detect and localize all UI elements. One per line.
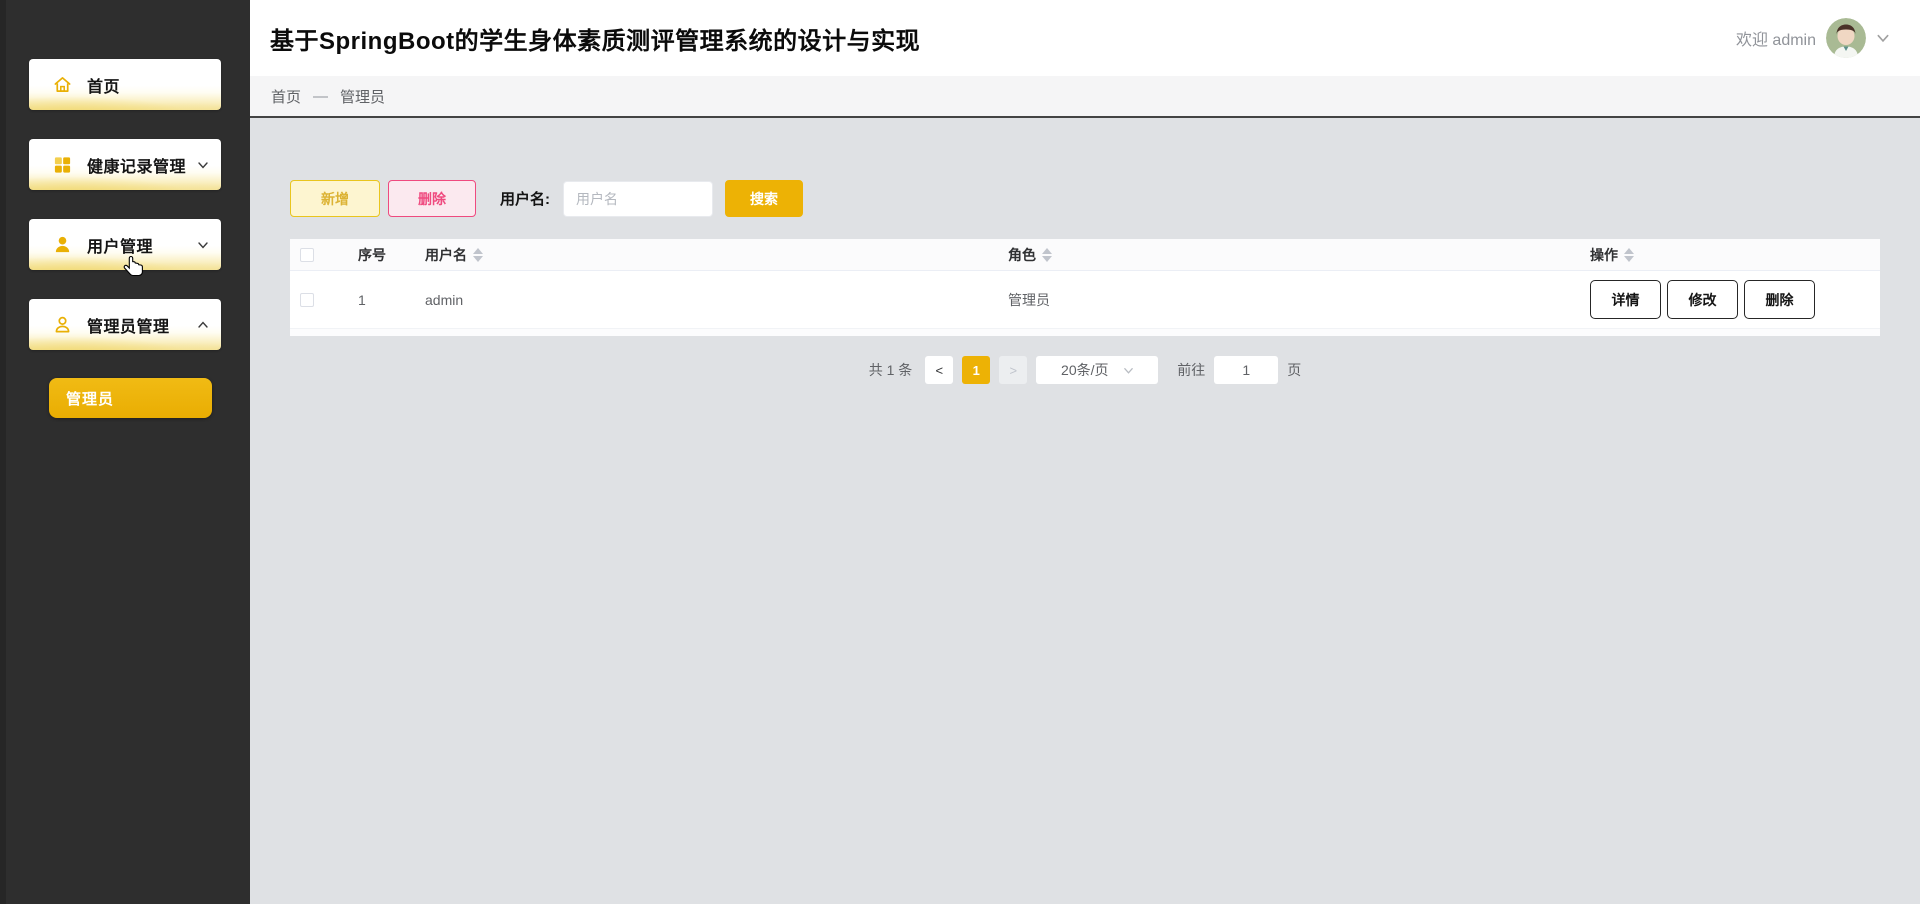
- sidebar-item-admins[interactable]: 管理员管理: [29, 299, 221, 350]
- goto-label: 前往: [1177, 362, 1206, 378]
- sort-icon[interactable]: [473, 247, 483, 262]
- page-title: 基于SpringBoot的学生身体素质测评管理系统的设计与实现: [270, 27, 921, 55]
- sidebar-item-home[interactable]: 首页: [29, 59, 221, 110]
- page-size-select[interactable]: 20条/页: [1036, 356, 1159, 384]
- sidebar-subitem-admin[interactable]: 管理员: [49, 378, 212, 418]
- cell-role: 管理员: [1008, 291, 1050, 308]
- breadcrumb-current: 管理员: [340, 88, 386, 106]
- chevron-up-icon: [198, 320, 208, 328]
- header-index: 序号: [358, 246, 386, 263]
- avatar-image: [1826, 18, 1866, 58]
- page-unit-label: 页: [1287, 362, 1302, 378]
- header-username[interactable]: 用户名: [415, 245, 998, 265]
- user-outline-icon: [55, 316, 70, 333]
- sidebar-item-label: 用户管理: [87, 238, 154, 256]
- content-area: 新增 删除 用户名: 搜索 序号 用户名 角色: [250, 118, 1920, 384]
- table-footer-strip: [290, 329, 1880, 336]
- sidebar-item-users[interactable]: 用户管理: [29, 219, 221, 270]
- current-page-button[interactable]: 1: [962, 356, 991, 384]
- chevron-down-icon: [1123, 367, 1133, 374]
- search-button[interactable]: 搜索: [725, 180, 803, 217]
- add-button[interactable]: 新增: [290, 180, 380, 217]
- chevron-down-icon[interactable]: [1876, 31, 1890, 45]
- goto-page-input[interactable]: [1214, 356, 1279, 384]
- home-icon: [54, 76, 71, 93]
- sidebar-item-label: 管理员管理: [87, 318, 170, 336]
- chevron-down-icon: [198, 161, 208, 169]
- username-filter-label: 用户名:: [500, 191, 550, 208]
- sort-icon[interactable]: [1624, 247, 1634, 262]
- edit-button[interactable]: 修改: [1667, 280, 1738, 319]
- username-search-input[interactable]: [563, 180, 713, 217]
- user-solid-icon: [55, 236, 70, 253]
- sidebar-subitem-label: 管理员: [66, 390, 115, 408]
- user-menu[interactable]: 欢迎 admin: [1736, 18, 1890, 58]
- admin-table: 序号 用户名 角色 操作 1 admin 管理员 详情 修改 删除: [290, 239, 1880, 336]
- next-page-button[interactable]: >: [999, 356, 1028, 384]
- main-area: 基于SpringBoot的学生身体素质测评管理系统的设计与实现 欢迎 admin…: [250, 0, 1920, 904]
- table-header-row: 序号 用户名 角色 操作: [290, 239, 1880, 271]
- grid-icon: [54, 157, 71, 173]
- welcome-text: 欢迎 admin: [1735, 32, 1816, 49]
- prev-page-button[interactable]: <: [925, 356, 954, 384]
- top-header: 基于SpringBoot的学生身体素质测评管理系统的设计与实现 欢迎 admin: [250, 0, 1920, 76]
- sidebar-item-label: 健康记录管理: [87, 158, 187, 176]
- row-checkbox[interactable]: [300, 292, 314, 307]
- sidebar-item-health-records[interactable]: 健康记录管理: [29, 139, 221, 190]
- row-delete-button[interactable]: 删除: [1744, 280, 1815, 319]
- avatar[interactable]: [1826, 18, 1866, 58]
- delete-button[interactable]: 删除: [388, 180, 476, 217]
- cell-actions: 详情 修改 删除: [1580, 280, 1880, 319]
- header-actions[interactable]: 操作: [1580, 245, 1880, 265]
- chevron-down-icon: [198, 241, 208, 249]
- toolbar: 新增 删除 用户名: 搜索: [290, 180, 1920, 217]
- pagination: 共 1 条 < 1 > 20条/页 前往 页: [290, 356, 1880, 384]
- total-count: 共 1 条: [868, 362, 913, 378]
- breadcrumb-separator: —: [313, 87, 329, 105]
- select-all-checkbox[interactable]: [300, 247, 314, 262]
- detail-button[interactable]: 详情: [1590, 280, 1661, 319]
- breadcrumb-home[interactable]: 首页: [271, 86, 301, 107]
- sort-icon[interactable]: [1042, 247, 1052, 262]
- cell-index: 1: [358, 291, 366, 308]
- table-row: 1 admin 管理员 详情 修改 删除: [290, 271, 1880, 329]
- header-role[interactable]: 角色: [998, 245, 1580, 265]
- page-size-value: 20条/页: [1061, 362, 1109, 378]
- sidebar: 首页 健康记录管理 用户管理 管理员管理 管理员: [0, 0, 250, 904]
- cell-username: admin: [425, 291, 464, 308]
- sidebar-item-label: 首页: [87, 78, 121, 96]
- breadcrumb: 首页 — 管理员: [250, 76, 1920, 118]
